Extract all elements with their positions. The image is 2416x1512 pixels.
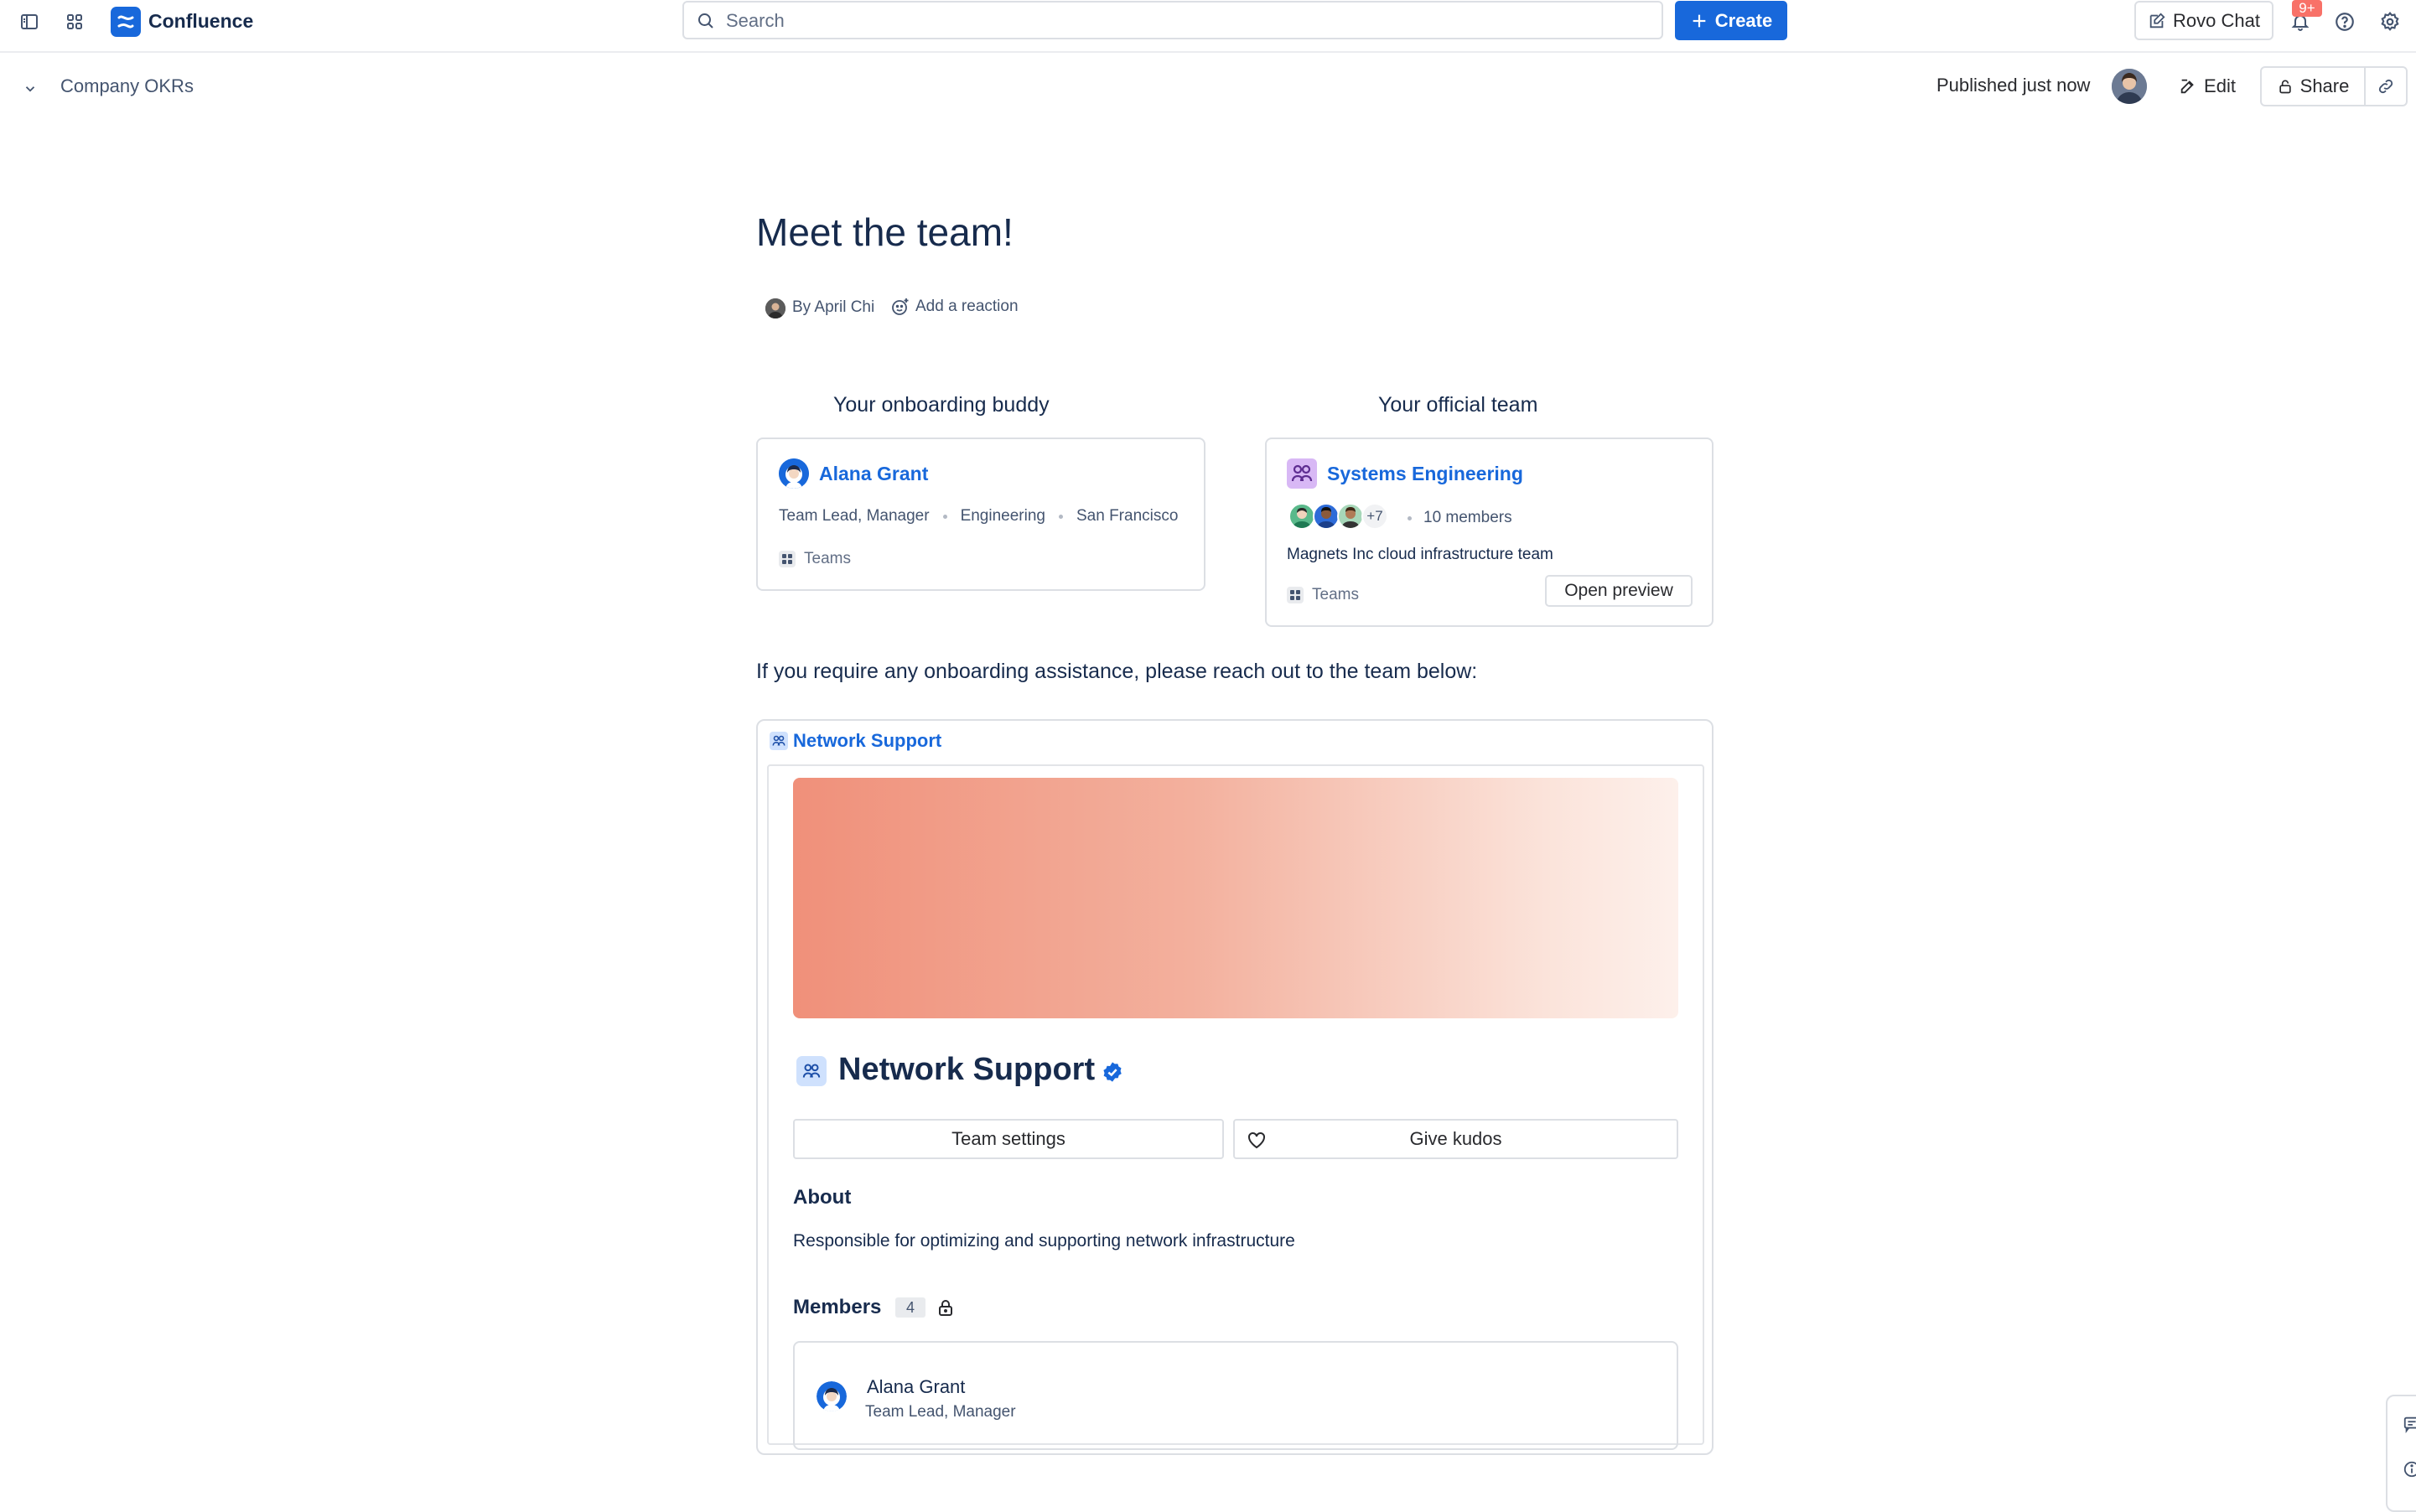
buddy-name-link[interactable]: Alana Grant <box>819 463 928 485</box>
edit-label: Edit <box>2204 75 2236 96</box>
give-kudos-button[interactable]: Give kudos <box>1233 1119 1678 1159</box>
author-byline[interactable]: By April Chi <box>792 298 874 317</box>
network-support-link-label: Network Support <box>793 730 942 751</box>
buddy-details: Team Lead, Manager Engineering San Franc… <box>779 507 1178 526</box>
team-icon <box>1287 458 1317 489</box>
info-icon[interactable] <box>2403 1460 2416 1478</box>
add-reaction-icon <box>890 297 910 317</box>
confluence-logo-icon[interactable] <box>111 7 141 37</box>
buddy-role: Team Lead, Manager <box>779 507 930 525</box>
lock-icon <box>2277 77 2294 96</box>
buddy-location: San Francisco <box>1076 507 1179 525</box>
team-description: Magnets Inc cloud infrastructure team <box>1287 546 1553 563</box>
lock-icon <box>936 1297 956 1318</box>
author-avatar[interactable] <box>765 298 785 318</box>
help-icon[interactable] <box>2328 5 2362 39</box>
member-role: Team Lead, Manager <box>865 1403 1016 1421</box>
edit-button[interactable]: Edit <box>2171 67 2243 106</box>
add-reaction-label: Add a reaction <box>915 298 1019 315</box>
buddy-source: Teams <box>779 550 851 568</box>
team-profile-title: Network Support <box>838 1052 1096 1087</box>
floating-side-toolbar <box>2386 1395 2416 1512</box>
team-member-summary: 10 members <box>1396 509 1512 527</box>
notification-badge: 9+ <box>2292 0 2322 17</box>
heart-icon <box>1247 1131 1267 1149</box>
teams-icon <box>1287 587 1304 603</box>
about-text: Responsible for optimizing and supportin… <box>793 1231 1295 1251</box>
avatar <box>1337 503 1364 530</box>
members-heading: Members <box>793 1296 882 1318</box>
chevron-down-icon[interactable] <box>18 77 42 101</box>
buddy-department: Engineering <box>960 507 1045 525</box>
create-label: Create <box>1714 9 1773 31</box>
avatar[interactable] <box>2112 69 2147 104</box>
avatar <box>1313 503 1340 530</box>
separator-dot <box>1408 515 1412 520</box>
app-title[interactable]: Confluence <box>148 10 253 33</box>
verified-icon <box>1101 1060 1124 1084</box>
team-settings-button[interactable]: Team settings <box>793 1119 1224 1159</box>
top-navigation-bar: Confluence Create Rovo Chat 9+ <box>0 0 2416 53</box>
search-bar[interactable] <box>682 1 1663 39</box>
pencil-icon <box>2179 77 2197 96</box>
onboarding-buddy-heading: Your onboarding buddy <box>833 393 1050 417</box>
assistance-paragraph: If you require any onboarding assistance… <box>756 660 1478 683</box>
separator-dot <box>1058 514 1063 519</box>
share-button[interactable]: Share <box>2260 66 2366 106</box>
share-label: Share <box>2299 75 2350 96</box>
team-banner <box>793 778 1678 1018</box>
members-count-badge: 4 <box>895 1297 925 1318</box>
avatar <box>1288 503 1315 530</box>
page-title: Meet the team! <box>756 210 1014 254</box>
gear-icon[interactable] <box>2373 5 2407 39</box>
rovo-chat-button[interactable]: Rovo Chat <box>2134 1 2273 40</box>
app-switcher-icon[interactable] <box>58 5 91 39</box>
teams-label: Teams <box>1312 586 1359 603</box>
comment-icon[interactable] <box>2403 1415 2416 1433</box>
create-button[interactable]: Create <box>1675 1 1787 40</box>
team-icon <box>796 1056 827 1086</box>
rovo-edit-icon <box>2148 12 2166 30</box>
about-heading: About <box>793 1186 852 1209</box>
plus-icon <box>1690 12 1708 30</box>
sidebar-toggle-icon[interactable] <box>13 5 46 39</box>
search-icon <box>696 11 716 31</box>
team-name-link[interactable]: Systems Engineering <box>1327 463 1523 485</box>
published-status: Published just now <box>1936 75 2091 96</box>
more-members-count: +7 <box>1361 503 1388 530</box>
link-icon <box>2377 77 2395 96</box>
breadcrumb[interactable]: Company OKRs <box>60 75 194 97</box>
teams-icon <box>779 551 796 567</box>
network-support-link[interactable]: Network Support <box>770 730 941 752</box>
teams-label: Teams <box>804 550 851 567</box>
official-team-heading: Your official team <box>1378 393 1538 417</box>
open-preview-button[interactable]: Open preview <box>1545 575 1693 607</box>
avatar <box>779 458 809 489</box>
give-kudos-label: Give kudos <box>1409 1128 1502 1149</box>
add-reaction-button[interactable]: Add a reaction <box>890 297 1019 317</box>
avatar <box>817 1381 847 1411</box>
team-members-count: 10 members <box>1423 509 1512 526</box>
rovo-chat-label: Rovo Chat <box>2173 9 2260 31</box>
copy-link-button[interactable] <box>2366 66 2408 106</box>
separator-dot <box>942 514 947 519</box>
team-icon <box>770 732 788 750</box>
search-input[interactable] <box>724 8 1650 34</box>
member-name[interactable]: Alana Grant <box>867 1376 965 1398</box>
team-source: Teams <box>1287 586 1359 604</box>
